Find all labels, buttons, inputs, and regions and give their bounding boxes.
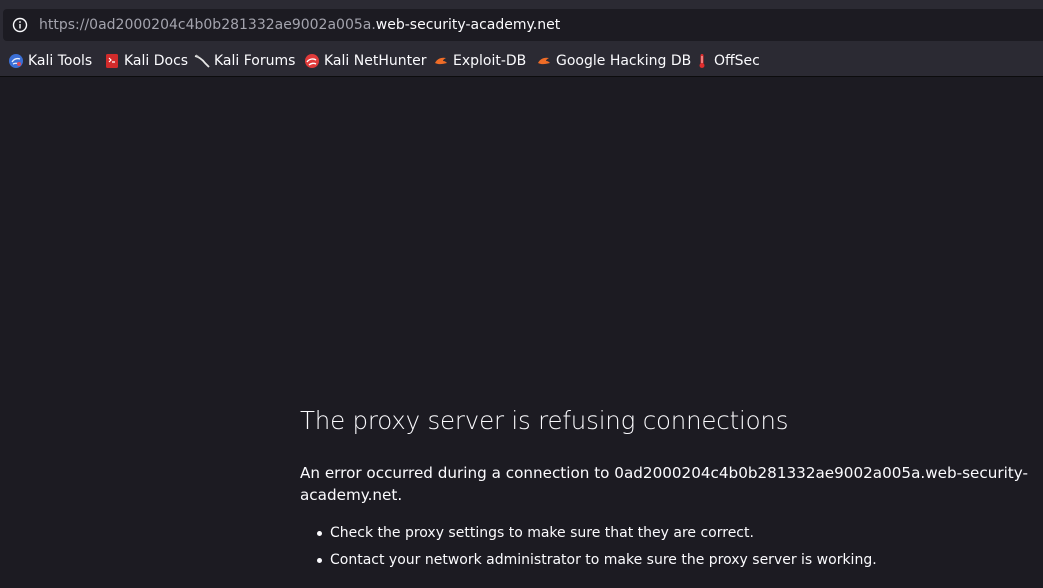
bookmark-kali-forums[interactable]: Kali Forums (194, 51, 295, 71)
error-title: The proxy server is refusing connections (300, 406, 789, 435)
kali-forums-icon (194, 54, 210, 68)
kali-nethunter-icon (305, 54, 319, 68)
bookmark-label: Kali Docs (124, 53, 189, 69)
bullet (317, 558, 322, 563)
error-description: An error occurred during a connection to… (300, 464, 1028, 504)
kali-docs-icon (106, 54, 118, 68)
kali-tools-icon (9, 54, 23, 68)
bookmark-kali-tools[interactable]: Kali Tools (8, 51, 92, 71)
bookmarks-toolbar: Kali Tools Kali Docs Kali Forums Kali Ne… (0, 44, 1043, 77)
bookmark-label: Kali NetHunter (324, 53, 427, 69)
suggestion-text: Check the proxy settings to make sure th… (330, 525, 754, 541)
google-hacking-db-icon (538, 57, 550, 65)
bookmark-kali-docs[interactable]: Kali Docs (104, 51, 188, 71)
exploit-db-icon (435, 57, 447, 65)
url-text[interactable]: https://0ad2000204c4b0b281332ae9002a005a… (39, 16, 560, 34)
bookmark-label: Kali Tools (28, 53, 93, 69)
bookmark-label: OffSec (714, 53, 760, 69)
url-prefix: https://0ad2000204c4b0b281332ae9002a005a… (39, 17, 376, 33)
bookmark-label: Kali Forums (214, 53, 296, 69)
suggestion-item: Check the proxy settings to make sure th… (300, 523, 877, 550)
bookmark-kali-nethunter[interactable]: Kali NetHunter (304, 51, 426, 71)
bookmark-offsec[interactable]: OffSec (694, 51, 760, 71)
bookmark-label: Exploit-DB (453, 53, 527, 69)
info-icon[interactable] (12, 17, 28, 33)
suggestion-item: Contact your network administrator to ma… (300, 550, 877, 577)
bookmark-google-hacking-db[interactable]: Google Hacking DB (536, 51, 691, 71)
bookmark-label: Google Hacking DB (556, 53, 692, 69)
bullet (317, 531, 322, 536)
navigation-toolbar: https://0ad2000204c4b0b281332ae9002a005a… (0, 0, 1043, 44)
bookmark-exploit-db[interactable]: Exploit-DB (433, 51, 526, 71)
url-domain: web-security-academy.net (375, 17, 561, 33)
error-suggestions: Check the proxy settings to make sure th… (300, 523, 877, 577)
url-bar[interactable]: https://0ad2000204c4b0b281332ae9002a005a… (3, 9, 1043, 41)
offsec-icon (699, 54, 705, 68)
suggestion-text: Contact your network administrator to ma… (330, 552, 877, 568)
